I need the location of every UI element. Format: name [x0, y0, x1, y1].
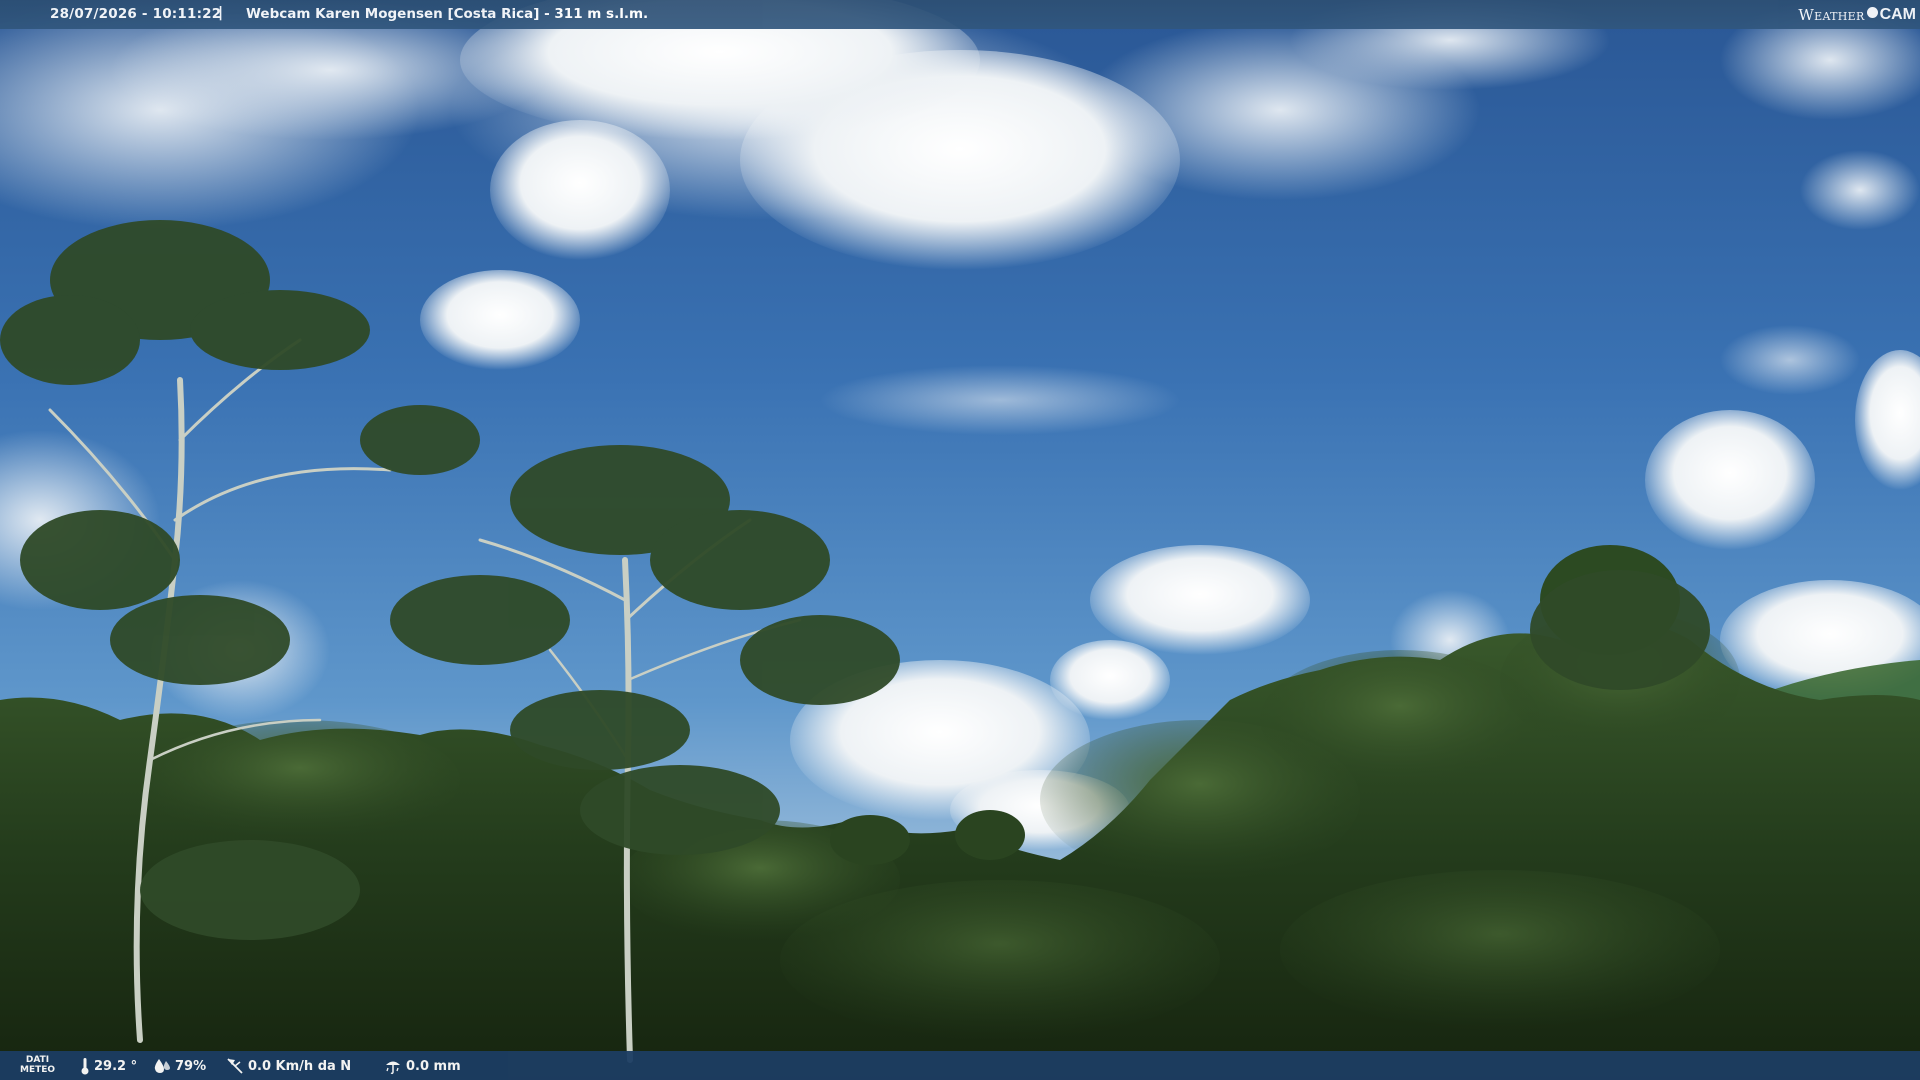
wind-icon: [227, 1058, 243, 1074]
humidity-value: 79%: [175, 1058, 207, 1074]
temperature-value: 29.2 °: [94, 1058, 138, 1074]
weather-data-label: DATI METEO: [20, 1055, 55, 1075]
wind-value: 0.0 Km/h da N: [248, 1058, 352, 1074]
logo-dot-icon: [1866, 6, 1878, 18]
weathercam-logo: Weather CAM: [1798, 4, 1916, 26]
webcam-title: Webcam Karen Mogensen [Costa Rica] - 311…: [246, 6, 649, 22]
weather-label-line1: DATI: [25, 1055, 50, 1065]
rain-value: 0.0 mm: [406, 1058, 461, 1074]
thermometer-icon: [81, 1058, 89, 1075]
rain-reading: 0.0 mm: [384, 1057, 461, 1075]
humidity-icon: [154, 1059, 170, 1073]
timestamp: 28/07/2026 - 10:11:22: [50, 6, 222, 22]
webcam-frame: 28/07/2026 - 10:11:22 | Webcam Karen Mog…: [0, 0, 1920, 1080]
weather-label-line2: METEO: [20, 1065, 56, 1075]
rain-icon: [386, 1061, 400, 1075]
weather-bar: DATI METEO 29.2 ° 79% 0.0 Km/h da N 0.0 …: [0, 1051, 1920, 1080]
logo-weather-text: Weather: [1798, 6, 1865, 24]
wind-reading: 0.0 Km/h da N: [226, 1057, 351, 1075]
separator: |: [218, 5, 224, 21]
top-bar: 28/07/2026 - 10:11:22 | Webcam Karen Mog…: [0, 0, 1920, 29]
logo-cam-text: CAM: [1879, 6, 1916, 23]
webcam-image: [0, 0, 1920, 1080]
humidity-reading: 79%: [153, 1057, 206, 1075]
temperature-reading: 29.2 °: [80, 1057, 137, 1075]
